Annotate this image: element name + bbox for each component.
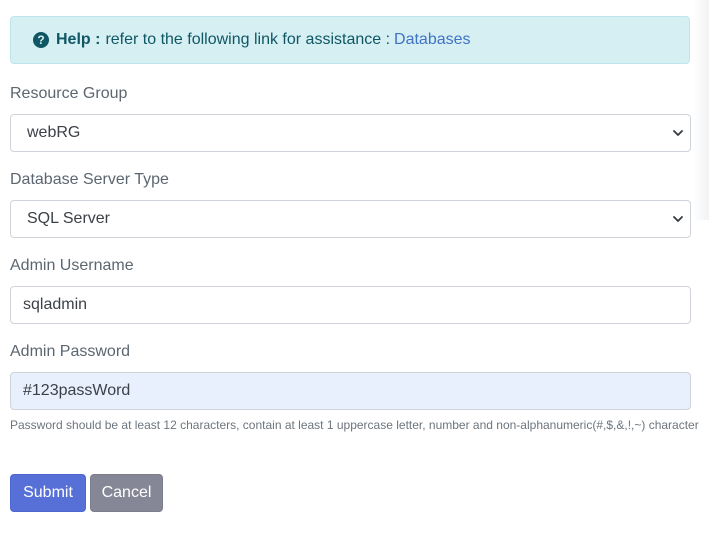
databases-link[interactable]: Databases xyxy=(394,31,471,49)
resource-group-select[interactable]: webRG xyxy=(10,114,691,152)
resource-group-label: Resource Group xyxy=(10,85,128,102)
submit-button[interactable]: Submit xyxy=(10,474,86,512)
admin-username-label: Admin Username xyxy=(10,257,134,274)
help-title: Help : xyxy=(56,31,101,48)
server-type-value: SQL Server xyxy=(27,210,110,227)
password-hint: Password should be at least 12 character… xyxy=(10,418,699,432)
help-text: refer to the following link for assistan… xyxy=(105,31,391,48)
chevron-down-icon xyxy=(673,130,683,136)
help-alert: ? Help : refer to the following link for… xyxy=(10,16,690,64)
question-circle-icon: ? xyxy=(33,32,49,48)
cancel-button[interactable]: Cancel xyxy=(90,474,163,512)
admin-password-label: Admin Password xyxy=(10,343,131,360)
admin-username-input[interactable]: sqladmin xyxy=(10,286,691,324)
database-form-page: ? Help : refer to the following link for… xyxy=(0,0,709,534)
chevron-down-icon xyxy=(673,216,683,222)
panel-edge-shadow xyxy=(693,0,709,220)
server-type-label: Database Server Type xyxy=(10,171,169,188)
admin-password-value: #123passWord xyxy=(23,382,131,399)
resource-group-value: webRG xyxy=(27,124,81,141)
server-type-select[interactable]: SQL Server xyxy=(10,200,691,238)
admin-password-input[interactable]: #123passWord xyxy=(10,372,691,410)
admin-username-value: sqladmin xyxy=(23,296,88,313)
